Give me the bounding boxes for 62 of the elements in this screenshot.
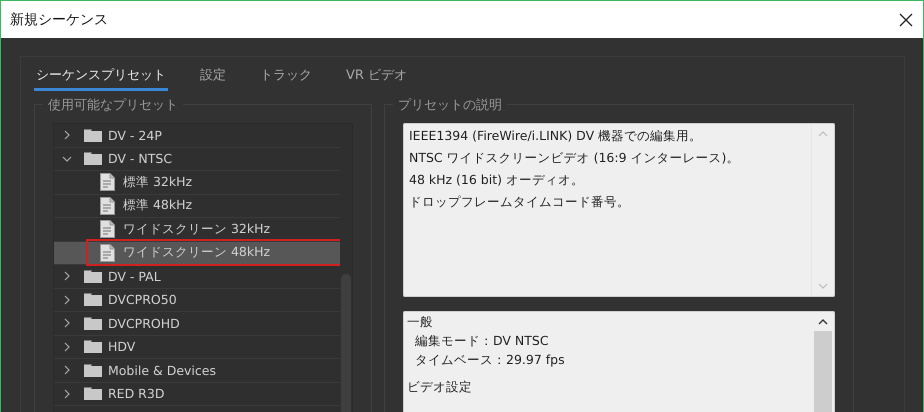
tree-row[interactable]: 標準 48kHz (54, 194, 340, 218)
expand-chevron-icon (62, 388, 72, 399)
item-label: DVCPROHD (108, 316, 180, 331)
description-line: 48 kHz (16 bit) オーディオ。 (409, 171, 585, 189)
description-line: NTSC ワイドスクリーンビデオ (16:9 インターレース)。 (409, 149, 740, 167)
expand-chevron-icon (62, 342, 72, 352)
tree-row[interactable]: Mobile & Devices (54, 359, 340, 382)
scroll-thumb[interactable] (814, 331, 832, 412)
tab[interactable]: シーケンスプリセット (34, 65, 168, 91)
item-label: ワイドスクリーン 48kHz (123, 244, 270, 262)
section-heading: 一般 (407, 313, 434, 331)
detail-line: 編集モード：DV NTSC (414, 332, 550, 350)
folder-icon (84, 128, 102, 142)
tab[interactable]: 設定 (198, 65, 228, 91)
expand-chevron-icon (62, 294, 72, 305)
tree-row[interactable]: DV - NTSC (54, 148, 340, 171)
tree-row[interactable]: DVCPRO50 (54, 288, 340, 312)
collapse-chevron-icon (62, 154, 72, 164)
tree-row[interactable]: HDV (54, 336, 340, 359)
item-label: 標準 32kHz (123, 174, 192, 191)
document-icon (100, 196, 115, 215)
item-label: DV - NTSC (108, 151, 172, 166)
item-label: Mobile & Devices (108, 362, 216, 378)
folder-icon (84, 293, 102, 306)
item-label: RED R3D (108, 386, 164, 402)
tree-row[interactable]: DVCPROHD (54, 312, 340, 336)
close-icon (899, 12, 913, 26)
expand-chevron-icon (62, 130, 72, 140)
document-icon (100, 220, 115, 238)
document-icon (100, 244, 115, 262)
description-line: ドロップフレームタイムコード番号。 (409, 193, 631, 211)
expand-chevron-icon (62, 365, 72, 376)
item-label: HDV (108, 339, 136, 354)
folder-icon (84, 340, 102, 354)
tree-row[interactable]: RED R3D (54, 382, 340, 406)
folder-icon (84, 316, 102, 330)
folder-icon (84, 364, 102, 377)
tab[interactable]: トラック (258, 65, 314, 91)
scroll-up-icon[interactable] (818, 319, 828, 325)
description-line: IEEE1394 (FireWire/i.LINK) DV 機器での編集用。 (409, 127, 704, 145)
scroll-down-icon[interactable] (818, 283, 828, 289)
item-label: 標準 48kHz (123, 197, 192, 214)
tree-row[interactable]: DV - PAL (54, 265, 340, 288)
tree-row[interactable]: 標準 32kHz (54, 171, 340, 194)
window-title: 新規シーケンス (10, 10, 108, 28)
group-legend: 使用可能なプリセット (43, 96, 183, 114)
item-label: ワイドスクリーン 32kHz (123, 220, 270, 238)
tab[interactable]: VR ビデオ (344, 65, 410, 91)
detail-line: タイムベース：29.97 fps (414, 351, 566, 369)
expand-chevron-icon (62, 271, 72, 282)
tree-row[interactable]: ワイドスクリーン 48kHz (54, 242, 340, 265)
folder-icon (84, 387, 102, 400)
folder-icon (84, 152, 102, 166)
expand-chevron-icon (62, 318, 72, 328)
folder-icon (84, 270, 102, 283)
document-icon (100, 173, 115, 192)
item-label: DV - 24P (108, 128, 162, 143)
section-heading: ビデオ設定 (407, 378, 473, 396)
group-legend: プリセットの説明 (393, 96, 507, 114)
tree-row[interactable]: DV - 24P (54, 124, 340, 148)
item-label: DV - PAL (108, 268, 161, 284)
item-label: DVCPRO50 (108, 292, 177, 308)
